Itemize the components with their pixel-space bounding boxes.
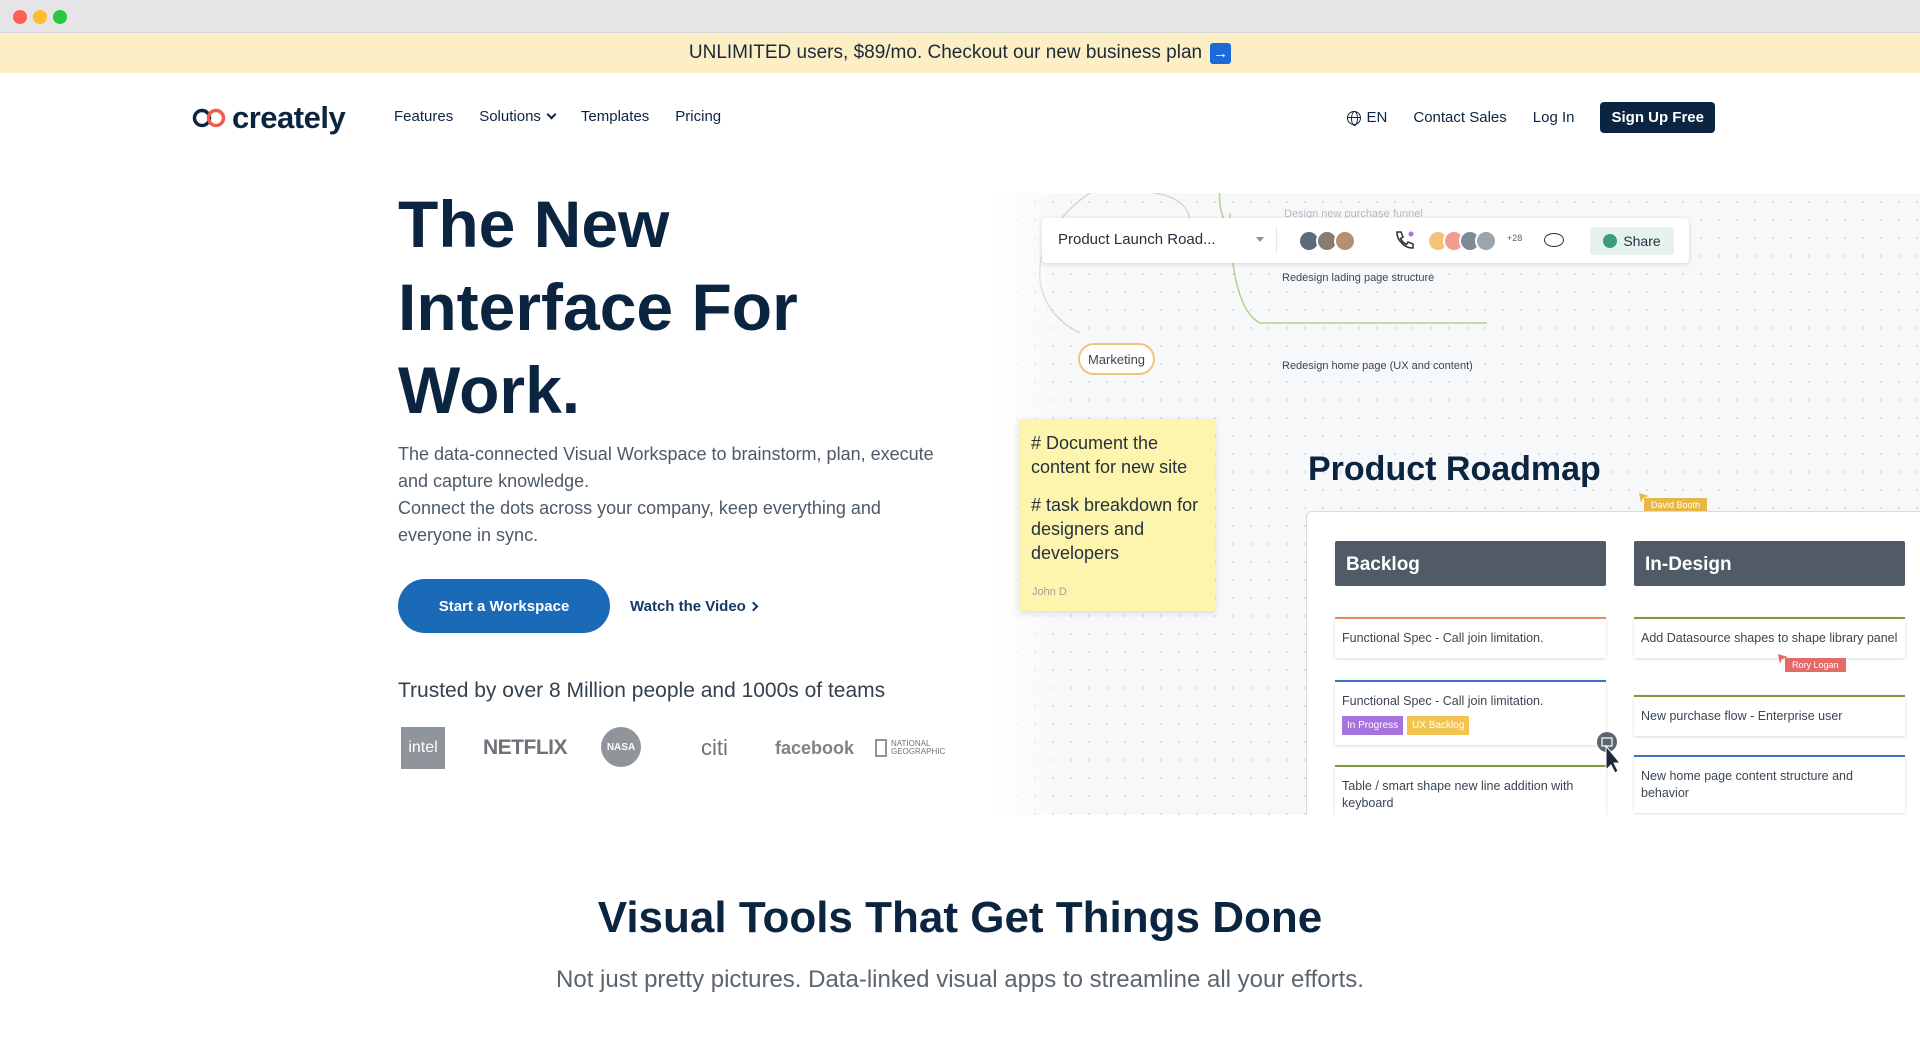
hero-description: The data-connected Visual Workspace to b… — [398, 441, 938, 549]
contact-sales-link[interactable]: Contact Sales — [1413, 109, 1506, 126]
creately-logo[interactable]: creately — [192, 98, 346, 138]
natgeo-frame-icon — [875, 739, 887, 757]
nav-links: Features Solutions Templates Pricing — [394, 108, 747, 125]
netflix-logo: NETFLIX — [483, 736, 568, 759]
nav-pricing[interactable]: Pricing — [675, 108, 721, 125]
card-text: New home page content structure and beha… — [1641, 769, 1853, 800]
hero-description-2: Connect the dots across your company, ke… — [398, 498, 881, 545]
start-workspace-button[interactable]: Start a Workspace — [398, 579, 610, 633]
promo-banner[interactable]: UNLIMITED users, $89/mo. Checkout our ne… — [0, 33, 1920, 73]
card-text: Add Datasource shapes to shape library p… — [1641, 631, 1898, 645]
minimize-window-button[interactable] — [33, 10, 47, 24]
citi-logo: citi — [701, 735, 728, 760]
share-button[interactable]: Share — [1590, 227, 1674, 255]
nav-solutions-label: Solutions — [479, 108, 541, 125]
logo-text: creately — [232, 100, 346, 135]
globe-icon — [1603, 234, 1618, 248]
customer-logos: intel NETFLIX NASA citi facebook NATIONA… — [401, 727, 951, 769]
national-geographic-logo: NATIONAL GEOGRAPHIC — [875, 727, 947, 769]
top-navigation: creately Features Solutions Templates Pr… — [0, 73, 1920, 163]
close-window-button[interactable] — [13, 10, 27, 24]
globe-icon — [1346, 110, 1361, 126]
chevron-right-icon — [748, 601, 759, 612]
hero-title-line-3: Work. — [398, 353, 581, 427]
chevron-down-icon — [546, 109, 557, 120]
phone-icon[interactable] — [1393, 229, 1415, 251]
card-text: Table / smart shape new line addition wi… — [1342, 779, 1574, 810]
tag-ux-backlog: UX Backlog — [1407, 716, 1470, 735]
nav-templates[interactable]: Templates — [581, 108, 649, 125]
column-header-in-design[interactable]: In-Design — [1634, 541, 1905, 586]
tag-in-progress: In Progress — [1342, 716, 1404, 735]
kanban-board: Backlog In-Design Functional Spec - Call… — [1306, 511, 1920, 831]
language-selector[interactable]: EN — [1346, 109, 1388, 126]
caret-down-icon[interactable] — [1256, 237, 1264, 242]
card-text: Functional Spec - Call join limitation. — [1342, 694, 1544, 708]
promo-banner-text[interactable]: UNLIMITED users, $89/mo. Checkout our ne… — [689, 42, 1202, 64]
window-titlebar — [0, 0, 1920, 33]
share-label: Share — [1623, 233, 1661, 249]
card-text: New purchase flow - Enterprise user — [1641, 709, 1843, 723]
roadmap-title: Product Roadmap — [1308, 450, 1601, 488]
toolbar-divider — [1276, 227, 1277, 254]
sticky-line-2: # task breakdown for designers and devel… — [1031, 495, 1199, 563]
comment-icon[interactable] — [1544, 233, 1564, 247]
sticky-author: John D — [1032, 586, 1067, 598]
sticky-note[interactable]: # Document the content for new site # ta… — [1019, 419, 1215, 611]
arrow-right-icon[interactable]: → — [1210, 42, 1232, 64]
hero-description-1: The data-connected Visual Workspace to b… — [398, 444, 934, 491]
language-label: EN — [1366, 109, 1388, 126]
section-title: Visual Tools That Get Things Done — [597, 893, 1323, 942]
facebook-logo: facebook — [775, 737, 855, 758]
avatar[interactable] — [1334, 230, 1356, 252]
mindmap-item-landing: Redesign lading page structure — [1282, 272, 1435, 284]
login-link[interactable]: Log In — [1533, 109, 1575, 126]
kanban-card[interactable]: Functional Spec - Call join limitation. … — [1335, 680, 1606, 745]
document-toolbar: Product Launch Road... +28 Share — [1042, 218, 1689, 263]
hero-title: The New Interface For Work. — [398, 183, 958, 432]
card-text: Functional Spec - Call join limitation. — [1342, 631, 1544, 645]
nav-features[interactable]: Features — [394, 108, 453, 125]
mouse-pointer-icon — [1597, 732, 1621, 774]
kanban-card[interactable]: New home page content structure and beha… — [1634, 755, 1905, 813]
natgeo-text: NATIONAL GEOGRAPHIC — [891, 739, 946, 756]
maximize-window-button[interactable] — [53, 10, 67, 24]
watch-video-link[interactable]: Watch the Video — [630, 598, 759, 615]
creately-logo-icon — [192, 107, 228, 129]
mindmap-node-marketing[interactable]: Marketing — [1078, 343, 1155, 375]
section-subtitle: Not just pretty pictures. Data-linked vi… — [556, 966, 1364, 993]
intel-logo: intel — [401, 727, 445, 769]
sticky-line-1: # Document the content for new site — [1031, 433, 1188, 477]
kanban-card[interactable]: Add Datasource shapes to shape library p… — [1634, 617, 1905, 658]
hero-title-line-2: Interface For — [398, 270, 798, 344]
kanban-card[interactable]: New purchase flow - Enterprise user — [1634, 695, 1905, 736]
canvas-bottom-edge — [990, 815, 1920, 845]
watch-video-label: Watch the Video — [630, 598, 746, 615]
more-collaborators-count[interactable]: +28 — [1507, 233, 1522, 243]
signup-button[interactable]: Sign Up Free — [1600, 102, 1715, 133]
hero-title-line-1: The New — [398, 187, 670, 261]
mindmap-item-homepage: Redesign home page (UX and content) — [1282, 360, 1473, 372]
nasa-logo: NASA — [601, 727, 641, 767]
column-header-backlog[interactable]: Backlog — [1335, 541, 1606, 586]
cursor-label-david: David Booth — [1644, 498, 1708, 512]
trusted-by-text: Trusted by over 8 Million people and 100… — [398, 679, 886, 702]
avatar[interactable] — [1475, 230, 1497, 252]
cursor-label-rory: Rory Logan — [1785, 658, 1846, 672]
document-title[interactable]: Product Launch Road... — [1058, 231, 1216, 248]
nav-right: EN Contact Sales Log In Sign Up Free — [1321, 102, 1715, 133]
nav-solutions[interactable]: Solutions — [479, 108, 557, 125]
kanban-card[interactable]: Functional Spec - Call join limitation. — [1335, 617, 1606, 658]
